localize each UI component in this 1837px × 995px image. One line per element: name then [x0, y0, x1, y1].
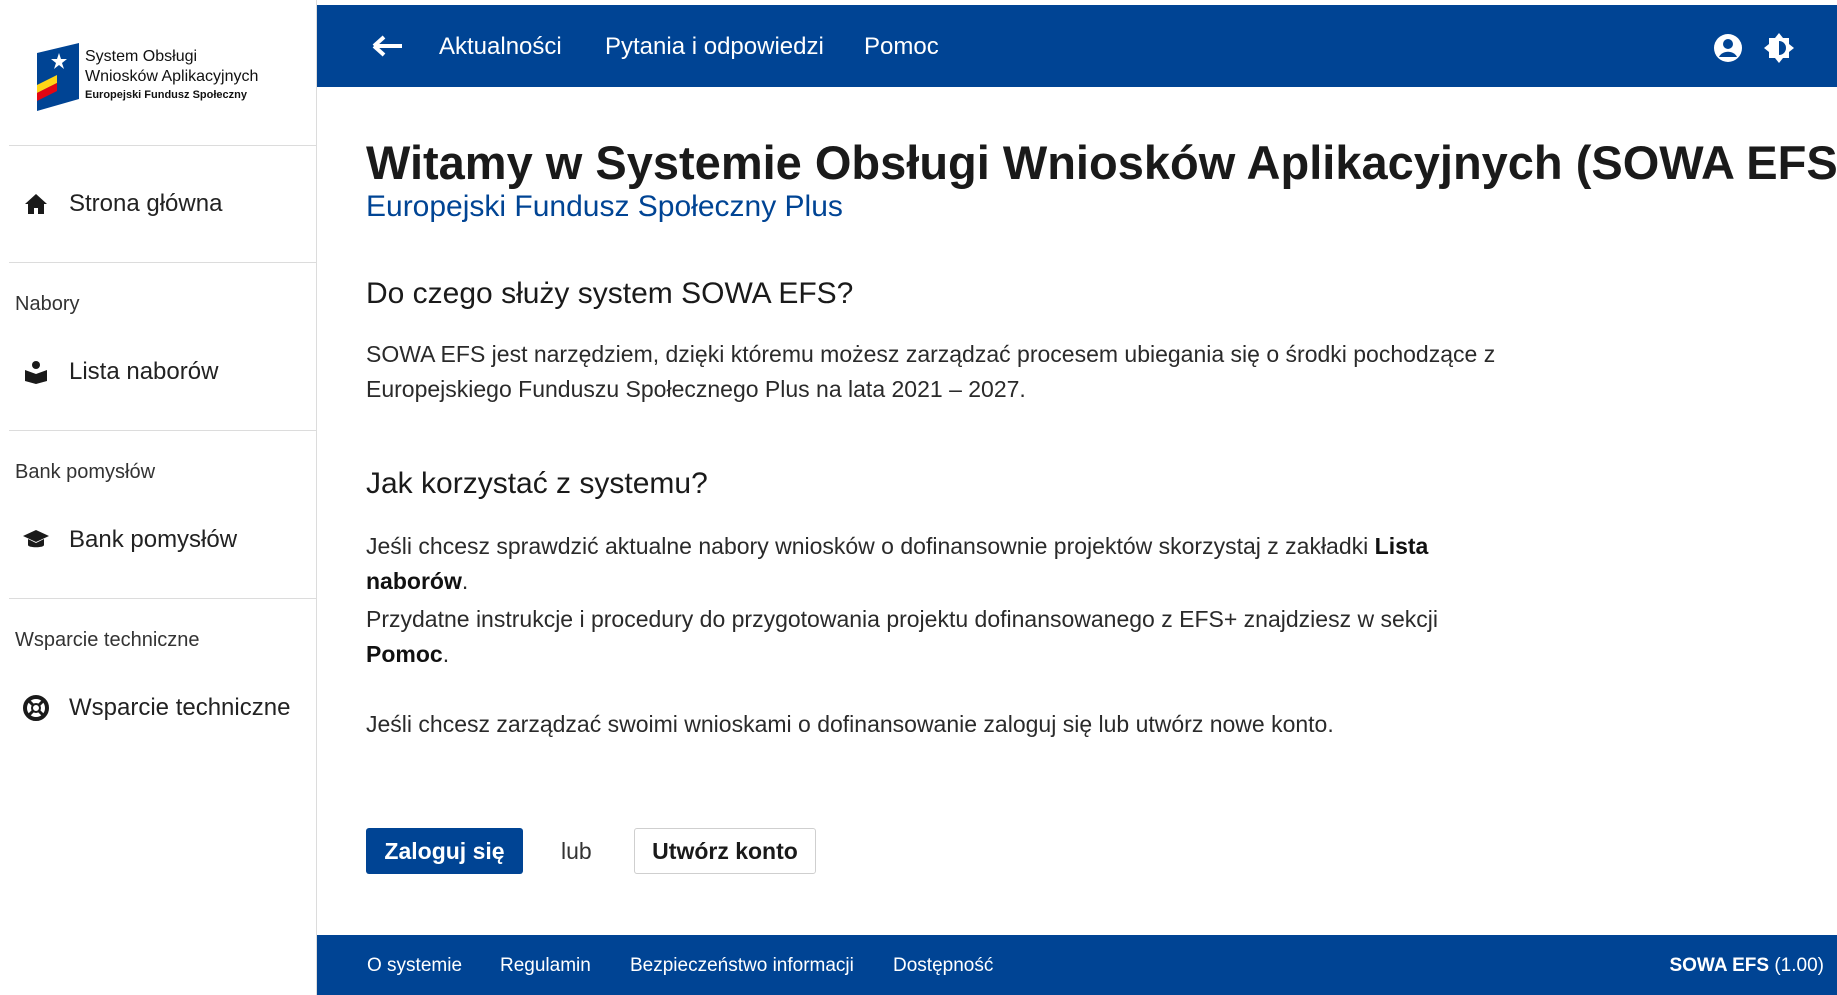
- sidebar-section-nabory: Nabory: [15, 293, 80, 315]
- version-number: (1.00): [1774, 955, 1824, 976]
- sidebar-item-home[interactable]: Strona główna: [9, 176, 317, 232]
- usage-text: Jeśli chcesz sprawdzić aktualne nabory w…: [366, 533, 1375, 559]
- create-account-button[interactable]: Utwórz konto: [634, 828, 816, 874]
- logo-text: System Obsługi Wniosków Aplikacyjnych Eu…: [85, 47, 258, 103]
- login-button[interactable]: Zaloguj się: [366, 828, 523, 874]
- home-icon: [21, 189, 51, 219]
- life-ring-icon: [21, 693, 51, 723]
- section-heading-usage: Jak korzystać z systemu?: [366, 467, 708, 500]
- eu-flag-logo-icon: [37, 43, 79, 111]
- footer-link-bezpieczenstwo[interactable]: Bezpieczeństwo informacji: [630, 955, 854, 977]
- version-info: SOWA EFS (1.00): [1669, 955, 1824, 977]
- punctuation: .: [442, 641, 450, 667]
- sidebar-item-label: Lista naborów: [69, 358, 219, 385]
- nav-link-pytania[interactable]: Pytania i odpowiedzi: [605, 33, 824, 61]
- logo-title-line1: System Obsługi: [85, 48, 198, 65]
- logo-subtitle: Europejski Fundusz Społeczny: [85, 89, 247, 101]
- sidebar-item-label: Wsparcie techniczne: [69, 694, 291, 721]
- version-name: SOWA EFS: [1669, 955, 1770, 976]
- sidebar: System Obsługi Wniosków Aplikacyjnych Eu…: [0, 0, 317, 995]
- top-navigation-bar: Aktualności Pytania i odpowiedzi Pomoc: [317, 5, 1837, 87]
- page-subtitle: Europejski Fundusz Społeczny Plus: [366, 190, 843, 223]
- page-title: Witamy w Systemie Obsługi Wniosków Aplik…: [366, 136, 1837, 189]
- footer-link-regulamin[interactable]: Regulamin: [500, 955, 591, 977]
- usage-text: Przydatne instrukcje i procedury do przy…: [366, 606, 1438, 632]
- sidebar-divider: [9, 262, 317, 263]
- user-circle-icon[interactable]: [1713, 33, 1743, 63]
- nav-link-pomoc[interactable]: Pomoc: [864, 33, 939, 61]
- footer: O systemie Regulamin Bezpieczeństwo info…: [317, 935, 1837, 995]
- punctuation: .: [461, 568, 469, 594]
- sidebar-item-wsparcie-techniczne[interactable]: Wsparcie techniczne: [9, 680, 317, 736]
- footer-link-o-systemie[interactable]: O systemie: [367, 955, 462, 977]
- sidebar-section-bank: Bank pomysłów: [15, 461, 156, 483]
- nav-link-aktualnosci[interactable]: Aktualności: [439, 33, 562, 61]
- app-window: System Obsługi Wniosków Aplikacyjnych Eu…: [0, 0, 1837, 995]
- book-reader-icon: [21, 357, 51, 387]
- logo[interactable]: System Obsługi Wniosków Aplikacyjnych Eu…: [9, 5, 317, 146]
- sidebar-section-wsparcie: Wsparcie techniczne: [15, 629, 200, 651]
- graduation-cap-icon: [21, 525, 51, 555]
- logo-title-line2: Wniosków Aplikacyjnych: [85, 68, 259, 85]
- sidebar-item-bank-pomyslow[interactable]: Bank pomysłów: [9, 512, 317, 568]
- back-arrow-icon[interactable]: [372, 32, 404, 60]
- footer-link-dostepnosc[interactable]: Dostępność: [893, 955, 993, 977]
- usage-paragraph-2: Przydatne instrukcje i procedury do przy…: [366, 602, 1516, 672]
- sidebar-item-label: Strona główna: [69, 190, 223, 217]
- section-text-purpose: SOWA EFS jest narzędziem, dzięki któremu…: [366, 341, 1496, 402]
- sidebar-item-lista-naborow[interactable]: Lista naborów: [9, 344, 317, 400]
- pomoc-link[interactable]: Pomoc: [366, 641, 443, 667]
- usage-paragraph-1: Jeśli chcesz sprawdzić aktualne nabory w…: [366, 529, 1516, 599]
- or-separator: lub: [561, 838, 592, 864]
- section-heading-purpose: Do czego służy system SOWA EFS?: [366, 277, 854, 310]
- usage-paragraph-3: Jeśli chcesz zarządzać swoimi wnioskami …: [366, 711, 1334, 737]
- brightness-icon[interactable]: [1764, 33, 1794, 63]
- sidebar-divider: [9, 430, 317, 431]
- sidebar-item-label: Bank pomysłów: [69, 526, 238, 553]
- sidebar-divider: [9, 598, 317, 599]
